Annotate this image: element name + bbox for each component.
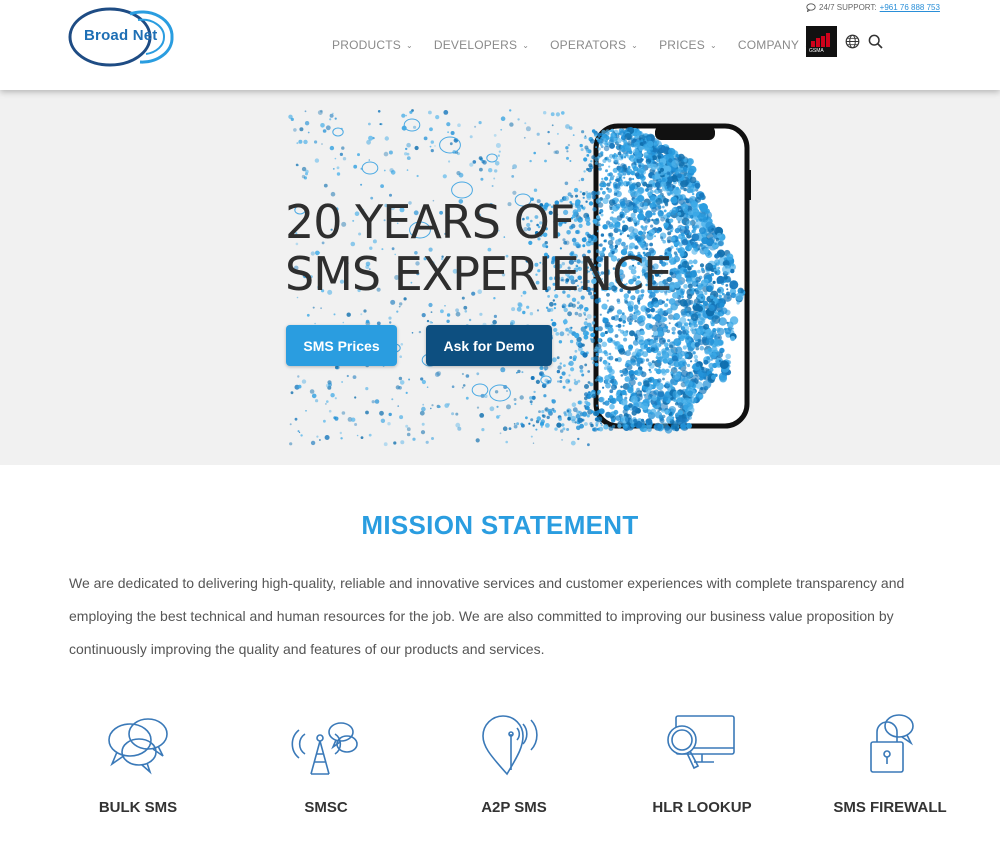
support-info: 24/7 SUPPORT: +961 76 888 753 [806, 3, 940, 12]
nav-label: DEVELOPERS [433, 38, 518, 52]
gsma-badge[interactable]: GSMA [806, 26, 837, 57]
service-bulk-sms[interactable]: BULK SMS [63, 710, 213, 816]
support-phone-link[interactable]: +961 76 888 753 [880, 3, 940, 12]
main-nav: PRODUCTS ⌄ DEVELOPERS ⌄ OPERATORS ⌄ PRICES ⌄… [332, 38, 832, 52]
site-header: Broad Net 24/7 SUPPORT: +961 76 888 753 … [0, 0, 1000, 90]
chevron-down-icon: ⌄ [631, 40, 639, 50]
service-label: HLR LOOKUP [652, 799, 752, 816]
service-label: SMS FIREWALL [833, 799, 947, 816]
nav-products[interactable]: PRODUCTS ⌄ [332, 38, 413, 52]
broadnet-logo[interactable]: Broad Net [68, 6, 178, 67]
nav-label: OPERATORS [550, 38, 627, 52]
chevron-down-icon: ⌄ [405, 40, 413, 50]
nav-prices[interactable]: PRICES ⌄ [659, 38, 717, 52]
gsma-bars-icon [811, 33, 830, 47]
ask-for-demo-button[interactable]: Ask for Demo [426, 325, 552, 366]
sms-prices-button[interactable]: SMS Prices [286, 325, 397, 366]
hero-title: 20 YEARS OF SMS EXPERIENCE [285, 195, 672, 301]
globe-icon[interactable] [845, 34, 860, 49]
hero-title-line1: 20 YEARS OF [285, 195, 575, 249]
mission-text: We are dedicated to delivering high-qual… [69, 575, 905, 657]
service-a2p-sms[interactable]: A2P SMS [439, 710, 589, 816]
monitor-magnifier-icon [667, 715, 735, 770]
search-icon[interactable] [868, 34, 883, 49]
chat-icon [806, 3, 816, 12]
nav-developers[interactable]: DEVELOPERS ⌄ [434, 38, 529, 52]
service-label: SMSC [304, 799, 348, 816]
hero-title-line2: SMS EXPERIENCE [285, 247, 672, 301]
service-label: BULK SMS [98, 799, 178, 816]
gsma-label: GSMA [809, 48, 824, 54]
nav-label: COMPANY [737, 38, 800, 52]
mission-title: MISSION STATEMENT [361, 510, 639, 540]
nav-company[interactable]: COMPANY⌄ [738, 38, 811, 52]
chevron-down-icon: ⌄ [709, 40, 717, 50]
support-label: 24/7 SUPPORT: [819, 3, 877, 12]
service-hlr-lookup[interactable]: HLR LOOKUP [627, 710, 777, 816]
service-label: A2P SMS [481, 799, 547, 816]
logo-text: Broad Net [84, 27, 158, 44]
service-sms-firewall[interactable]: SMS FIREWALL [815, 710, 965, 816]
nav-label: PRICES [659, 38, 705, 52]
nav-label: PRODUCTS [332, 38, 401, 52]
padlock-chat-icon [870, 714, 914, 773]
hero-banner: 20 YEARS OF SMS EXPERIENCE SMS Prices As… [0, 90, 1000, 465]
chevron-down-icon: ⌄ [522, 40, 530, 50]
service-smsc[interactable]: SMSC [251, 710, 401, 816]
chat-bubbles-icon [108, 718, 168, 775]
antenna-tower-icon [291, 722, 358, 775]
location-signal-icon [482, 715, 538, 776]
nav-operators[interactable]: OPERATORS ⌄ [550, 38, 638, 52]
